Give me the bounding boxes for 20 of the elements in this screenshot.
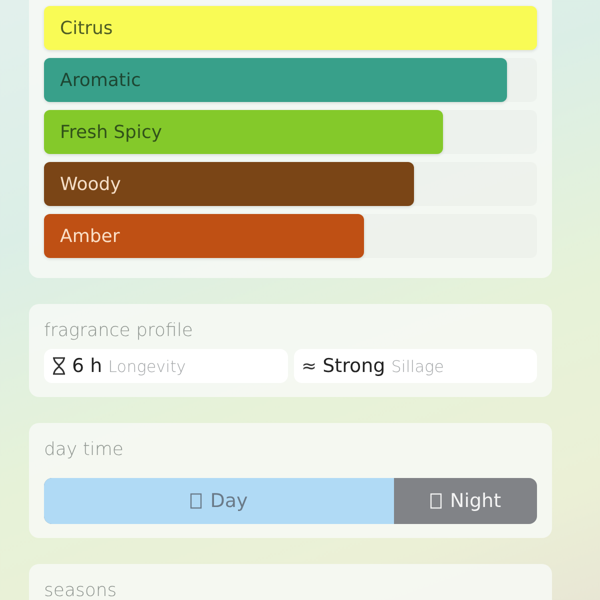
accord-bar: Citrus bbox=[44, 6, 537, 50]
day-time-segment[interactable]: Day bbox=[44, 478, 394, 524]
wave-icon: ≈ bbox=[302, 356, 317, 376]
accord-bar: Fresh Spicy bbox=[44, 110, 444, 154]
profile-value: Strong bbox=[322, 355, 386, 377]
section-title: seasons bbox=[44, 580, 118, 600]
square-icon bbox=[190, 493, 202, 509]
hourglass-icon bbox=[52, 357, 66, 375]
section-title: day time bbox=[44, 439, 124, 460]
segment-label: Night bbox=[450, 490, 502, 512]
square-icon bbox=[430, 493, 442, 509]
accord-bar: Aromatic bbox=[44, 58, 508, 102]
segment-label: Day bbox=[210, 490, 248, 512]
accord-bar: Amber bbox=[44, 214, 364, 258]
accord-bar: Woody bbox=[44, 162, 414, 206]
day-time-segment[interactable]: Night bbox=[394, 478, 537, 524]
profile-label: Sillage bbox=[391, 356, 444, 376]
profile-value: 6 h bbox=[72, 355, 102, 377]
section-title: fragrance profile bbox=[44, 320, 194, 341]
profile-label: Longevity bbox=[108, 356, 186, 376]
